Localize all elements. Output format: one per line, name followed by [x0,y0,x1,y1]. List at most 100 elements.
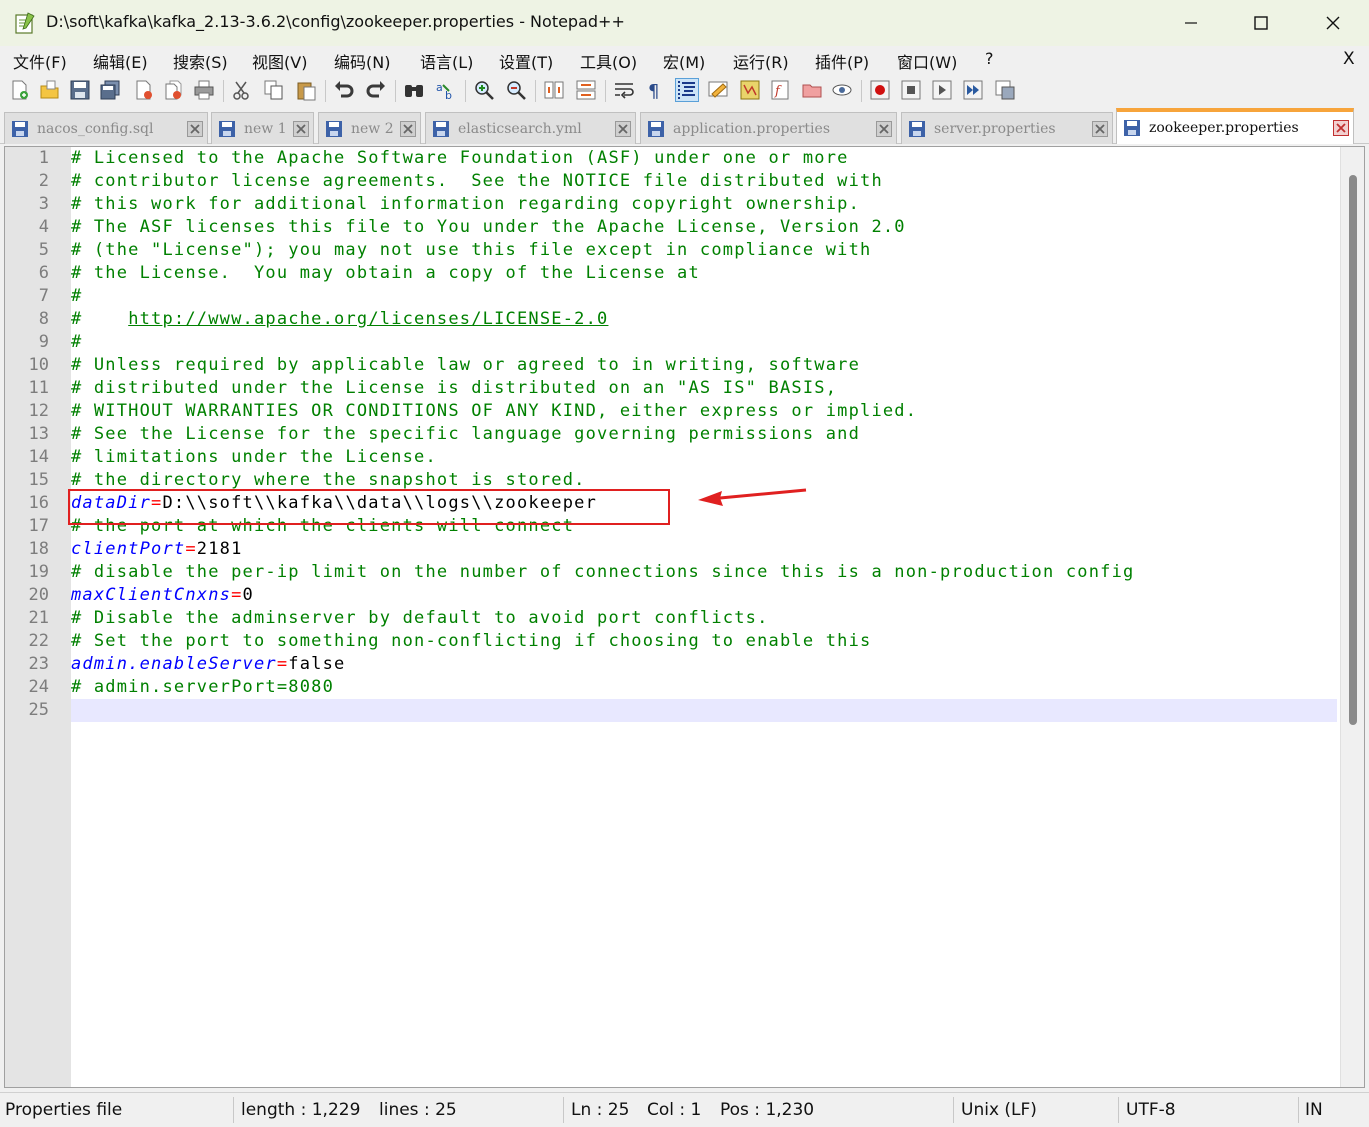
title-bar[interactable]: D:\soft\kafka\kafka_2.13-3.6.2\config\zo… [0,0,1369,46]
save-button[interactable] [68,78,92,102]
text-editor[interactable]: 1 2 3 4 5 6 7 8 9 10 11 12 13 14 15 16 17 18 19 20 21 22 23 24 2… [4,146,1365,1088]
find-button[interactable] [402,78,426,102]
menu-encoding[interactable]: 编码(N) [334,49,390,73]
zoom-in-button[interactable] [472,78,496,102]
print-button[interactable] [192,78,216,102]
status-encoding[interactable]: UTF-8 [1126,1100,1176,1120]
tab-new-1[interactable]: new 1 [211,112,314,144]
monitoring-button[interactable] [830,78,854,102]
menu-file[interactable]: 文件(F) [13,49,67,73]
menu-macro[interactable]: 宏(M) [663,49,705,73]
close-tab-icon[interactable] [1333,120,1349,136]
close-tab-icon[interactable] [876,121,892,137]
status-position[interactable]: Pos : 1,230 [720,1100,814,1120]
menu-settings[interactable]: 设置(T) [499,49,553,73]
save-all-button[interactable] [98,78,122,102]
code-line[interactable]: # Set the port to something non-conflict… [71,630,871,653]
code-line[interactable]: # disable the per-ip limit on the number… [71,561,1134,584]
code-line[interactable]: # WITHOUT WARRANTIES OR CONDITIONS OF AN… [71,400,917,423]
new-file-button[interactable] [8,78,32,102]
doc-map-icon [740,80,760,100]
code-line[interactable]: # The ASF licenses this file to You unde… [71,216,906,239]
close-all-button[interactable] [162,78,186,102]
tab-application-properties[interactable]: application.properties [640,112,897,144]
menu-search[interactable]: 搜索(S) [173,49,228,73]
play-macro-button[interactable] [930,78,954,102]
save-macro-button[interactable] [993,78,1017,102]
folder-as-workspace-button[interactable] [800,78,824,102]
zoom-out-button[interactable] [504,78,528,102]
code-line[interactable]: # http://www.apache.org/licenses/LICENSE… [71,308,608,331]
status-line[interactable]: Ln : 25 [571,1100,629,1120]
close-tab-icon[interactable] [400,121,416,137]
tab-elasticsearch-yml[interactable]: elasticsearch.yml [425,112,636,144]
tab-nacos-config[interactable]: nacos_config.sql [4,112,208,144]
close-file-button[interactable] [132,78,156,102]
tab-server-properties[interactable]: server.properties [901,112,1113,144]
close-tab-icon[interactable] [293,121,309,137]
code-area[interactable]: # Licensed to the Apache Software Founda… [71,147,1337,1087]
code-line[interactable]: # (the "License"); you may not use this … [71,239,871,262]
menu-help[interactable]: ? [985,49,994,68]
close-window-button[interactable] [1298,0,1368,46]
comment-text: # limitations under the License. [71,447,437,467]
code-line[interactable]: # limitations under the License. [71,446,437,469]
close-document-button[interactable]: X [1343,49,1355,69]
undo-button[interactable] [332,78,356,102]
close-tab-icon[interactable] [187,121,203,137]
close-tab-icon[interactable] [615,121,631,137]
code-line[interactable]: # admin.serverPort=8080 [71,676,334,699]
code-line[interactable]: clientPort=2181 [71,538,243,561]
minimize-button[interactable] [1156,0,1226,46]
scrollbar-thumb[interactable] [1349,175,1357,725]
cut-button[interactable] [230,78,254,102]
record-macro-button[interactable] [868,78,892,102]
copy-button[interactable] [262,78,286,102]
stop-macro-button[interactable] [899,78,923,102]
status-column[interactable]: Col : 1 [647,1100,701,1120]
code-line[interactable]: # [71,285,82,308]
open-file-button[interactable] [38,78,62,102]
close-tab-icon[interactable] [1092,121,1108,137]
menu-tools[interactable]: 工具(O) [580,49,637,73]
code-line[interactable]: # [71,331,82,354]
menu-plugins[interactable]: 插件(P) [815,49,869,73]
code-line[interactable]: # distributed under the License is distr… [71,377,837,400]
menu-view[interactable]: 视图(V) [252,49,307,73]
indent-guide-button[interactable] [675,78,699,102]
code-line[interactable]: maxClientCnxns=0 [71,584,254,607]
status-eol[interactable]: Unix (LF) [961,1100,1037,1120]
code-line[interactable]: # contributor license agreements. See th… [71,170,883,193]
menu-run[interactable]: 运行(R) [733,49,789,73]
sync-horizontal-button[interactable] [574,78,598,102]
status-insert-mode[interactable]: IN [1305,1100,1323,1120]
tab-zookeeper-properties[interactable]: zookeeper.properties [1116,108,1354,144]
document-map-button[interactable] [738,78,762,102]
code-line[interactable]: # Disable the adminserver by default to … [71,607,769,630]
replace-button[interactable]: ab [434,78,458,102]
line-number: 8 [38,309,49,329]
run-macro-multiple-button[interactable] [961,78,985,102]
license-link[interactable]: http://www.apache.org/licenses/LICENSE-2… [128,309,608,329]
code-line[interactable]: admin.enableServer=false [71,653,345,676]
menu-window[interactable]: 窗口(W) [897,49,957,73]
code-line[interactable]: # the License. You may obtain a copy of … [71,262,700,285]
menu-language[interactable]: 语言(L) [420,49,473,73]
word-wrap-button[interactable] [612,78,636,102]
code-line[interactable]: # this work for additional information r… [71,193,860,216]
maximize-button[interactable] [1226,0,1296,46]
code-line[interactable]: # Unless required by applicable law or a… [71,354,860,377]
menu-edit[interactable]: 编辑(E) [93,49,148,73]
redo-button[interactable] [364,78,388,102]
comment-text: # The ASF licenses this file to You unde… [71,217,906,237]
sync-vertical-button[interactable] [542,78,566,102]
vertical-scrollbar[interactable] [1340,147,1364,1087]
tab-new-2[interactable]: new 2 [318,112,421,144]
function-list-button[interactable]: f [768,78,792,102]
code-line[interactable]: # Licensed to the Apache Software Founda… [71,147,849,170]
line-number: 25 [28,700,49,720]
paste-button[interactable] [294,78,318,102]
show-all-characters-button[interactable]: ¶ [642,78,666,102]
user-defined-language-button[interactable] [706,78,730,102]
code-line[interactable]: # See the License for the specific langu… [71,423,860,446]
